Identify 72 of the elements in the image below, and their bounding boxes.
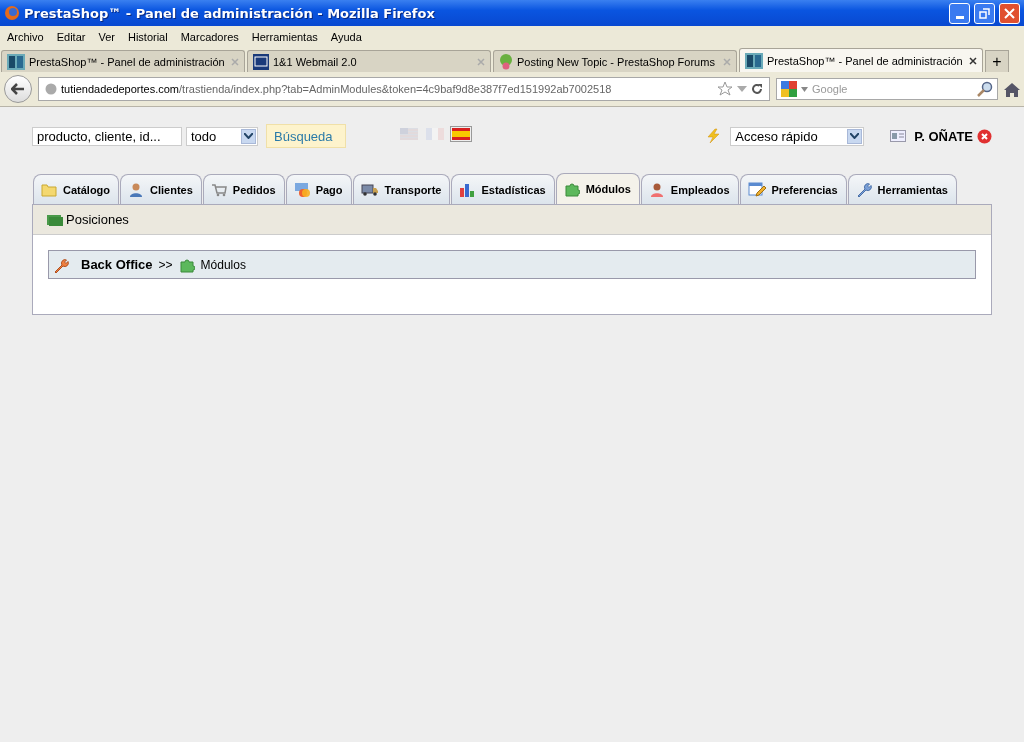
menu-item[interactable]: Historial [122,30,176,43]
google-logo-icon[interactable] [781,81,797,97]
menu-item[interactable]: Editar [51,30,94,43]
web-search-field[interactable]: Google [776,78,998,100]
address-bar[interactable]: tutiendadedeportes.com/trastienda/index.php?tab=AdminModules&token=4c9baf9d8e387f7ed151992ab7002518 [38,77,770,101]
menu-item[interactable]: Ver [93,30,123,43]
restore-button[interactable] [974,2,995,24]
user-name: P. OÑATE [914,128,973,144]
admin-tab[interactable]: Módulos [555,173,640,204]
forum-logo-icon [499,53,513,70]
menu-item[interactable]: Archivo [2,30,52,43]
breadcrumb-current: Módulos [200,257,246,272]
search-button[interactable]: Búsqueda [266,124,346,148]
back-button[interactable] [4,75,32,103]
bar-chart-icon [459,181,476,198]
close-icon [1004,7,1015,19]
admin-tab[interactable]: Catálogo [33,174,120,204]
restore-icon [979,7,990,19]
subtab-link[interactable]: Posiciones [66,212,129,227]
cart-icon [210,182,227,197]
breadcrumb-separator: >> [158,257,173,272]
browser-tab[interactable]: 1&1 Webmail 2.0 [247,50,491,72]
dropdown-arrow-icon[interactable] [801,86,808,92]
close-icon[interactable] [969,56,977,65]
admin-tab[interactable]: Clientes [120,174,202,204]
window-title: PrestaShop™ - Panel de administración - Mozilla Firefox [24,5,436,21]
admin-tab[interactable]: Pedidos [202,174,285,204]
admin-tab[interactable]: Transporte [352,174,451,204]
admin-tab[interactable]: Herramientas [847,174,957,204]
folder-icon [41,182,57,197]
puzzle-icon [178,256,195,273]
quick-access-dropdown[interactable]: Acceso rápido [730,126,865,146]
menu-item[interactable]: Marcadores [175,30,247,43]
firefox-logo-icon [4,5,20,21]
breadcrumb-root[interactable]: Back Office [81,257,153,272]
back-arrow-icon [11,83,25,95]
menu-item[interactable]: Herramientas [246,30,326,43]
admin-tab[interactable]: Estadísticas [451,174,555,204]
close-button[interactable] [999,2,1020,24]
dropdown-arrow-icon[interactable] [737,85,747,93]
logout-icon[interactable] [977,128,992,144]
stacked-blocks-icon [47,213,63,226]
admin-tab[interactable]: Empleados [640,174,739,204]
truck-icon [360,182,379,197]
card-icon [293,181,310,198]
browser-tab[interactable]: PrestaShop™ - Panel de administración [1,50,245,72]
minimize-button[interactable] [949,2,970,24]
search-icon[interactable] [977,81,993,97]
search-scope-dropdown[interactable]: todo [186,126,258,146]
menu-item[interactable]: Ayuda [325,30,370,43]
puzzle-icon [563,181,580,197]
browser-tab[interactable]: Posting New Topic - PrestaShop Forums [493,50,737,72]
minimize-icon [955,15,964,19]
id-card-icon [890,130,907,142]
window-pencil-icon [747,181,766,198]
webmail-logo-icon [253,53,269,70]
admin-tab[interactable]: Preferencias [739,174,847,204]
globe-icon [45,83,57,95]
browser-tab[interactable]: PrestaShop™ - Panel de administración [739,48,983,72]
lightning-icon [705,128,722,144]
person-icon [128,181,145,198]
flag-icon[interactable] [451,128,470,140]
person-icon [648,181,665,198]
reload-icon[interactable] [751,83,763,95]
home-icon[interactable] [1004,81,1020,97]
dj-logo-icon [745,52,763,69]
dj-logo-icon [7,53,25,70]
star-icon[interactable] [717,81,733,97]
search-field[interactable]: producto, cliente, id... [32,126,182,146]
new-tab-button[interactable]: + [985,50,1009,72]
wrench-icon [855,181,872,198]
admin-tab[interactable]: Pago [285,174,352,204]
